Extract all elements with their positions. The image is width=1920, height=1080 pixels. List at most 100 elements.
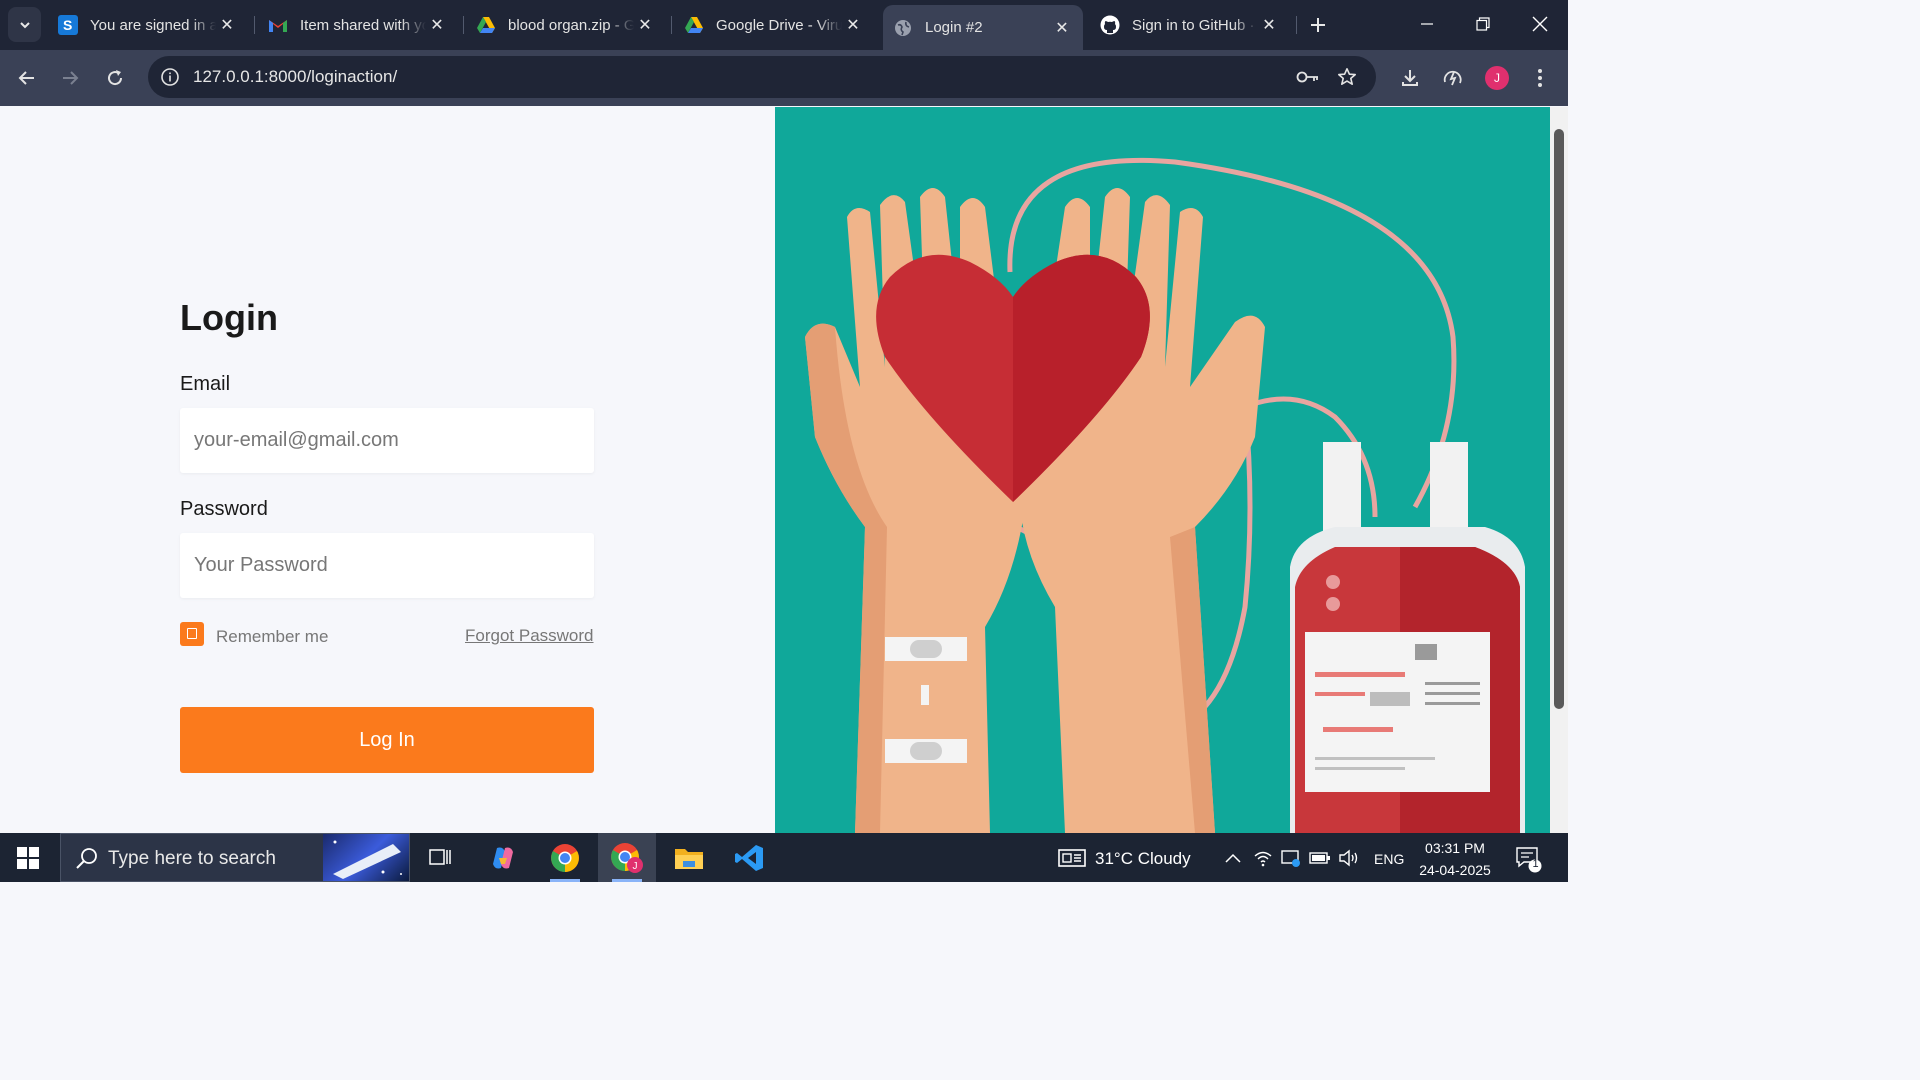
tab-title: Google Drive - Virus scan warning [716,16,842,34]
svg-text:J: J [633,861,638,872]
language-indicator[interactable]: ENG [1374,851,1404,867]
chrome-profile-icon: J [611,842,643,873]
taskbar-search-placeholder: Type here to search [108,848,276,869]
notification-count: 1 [1532,858,1539,870]
tab-title: Login #2 [925,19,983,36]
folder-icon [675,848,703,869]
search-icon [76,848,97,869]
tab-drive-zip[interactable]: blood organ.zip - Google Drive ✕ [466,5,666,45]
login-button[interactable]: Log In [180,707,594,773]
downloads-button[interactable] [1395,63,1425,93]
blood-donation-illustration-icon [805,157,1525,833]
reload-button[interactable] [100,63,130,93]
weather-text[interactable]: 31°C Cloudy [1095,849,1191,869]
tab-simplilearn[interactable]: S You are signed in as ✕ [48,5,248,45]
password-label: Password [180,498,268,520]
forgot-password-link[interactable]: Forgot Password [465,626,594,646]
remember-me-label: Remember me [216,627,329,646]
page-title: Login [180,297,278,338]
menu-button[interactable] [1525,63,1555,93]
tab-separator [254,16,255,34]
reload-icon [108,70,123,86]
window-close-button[interactable] [1520,8,1560,40]
tab-title: Sign in to GitHub · GitHub [1132,16,1258,34]
download-icon [1402,70,1418,86]
password-key-icon[interactable] [1296,65,1320,89]
tab-title: Item shared with you [300,16,426,34]
tab-gmail[interactable]: Item shared with you ✕ [258,5,458,45]
tab-separator [671,16,672,34]
forward-button[interactable] [55,63,85,93]
arrow-right-icon [63,71,79,85]
copilot-icon [493,847,513,868]
remember-me-checkbox[interactable] [180,622,204,646]
chevron-down-icon [19,21,30,28]
minimize-button[interactable] [1407,8,1447,40]
url-text: 127.0.0.1:8000/loginaction/ [193,67,398,86]
tab-github[interactable]: Sign in to GitHub · GitHub ✕ [1090,5,1290,45]
close-icon[interactable]: ✕ [1258,14,1280,36]
browser-tab-bar: S You are signed in as ✕ Item shared wit… [0,0,1568,50]
volume-icon[interactable] [1338,847,1360,869]
clock-time: 03:31 PM [1425,840,1485,856]
file-explorer-app[interactable] [660,833,718,882]
minimize-icon [1421,23,1433,25]
page-scrollbar[interactable] [1550,107,1568,833]
password-field[interactable] [180,533,594,598]
app-running-indicator [612,879,642,882]
wifi-icon[interactable] [1252,847,1274,869]
browser-toolbar: 127.0.0.1:8000/loginaction/ [0,50,1568,106]
clock-date: 24-04-2025 [1419,862,1491,878]
battery-icon[interactable] [1309,847,1331,869]
restore-button[interactable] [1463,8,1503,40]
taskbar-search-box[interactable]: Type here to search [60,833,410,882]
close-icon[interactable]: ✕ [842,14,864,36]
new-tab-button[interactable] [1305,12,1331,38]
tab-separator [463,16,464,34]
close-icon [1532,16,1548,32]
tab-login-active[interactable]: Login #2 ✕ [883,5,1083,50]
site-info-icon[interactable] [158,65,182,89]
chrome-app[interactable] [536,833,594,882]
gmail-icon [268,15,288,35]
network-icon[interactable] [1280,847,1302,869]
tab-title: blood organ.zip - Google Drive [508,16,634,34]
performance-button[interactable] [1438,63,1468,93]
clock[interactable]: 03:31 PM 24-04-2025 [1412,837,1498,881]
email-field[interactable] [180,408,594,473]
address-bar[interactable]: 127.0.0.1:8000/loginaction/ [148,56,1376,98]
email-label: Email [180,373,231,395]
google-drive-icon [684,15,704,35]
close-icon[interactable]: ✕ [634,14,656,36]
back-button[interactable] [12,63,42,93]
windows-taskbar: Type here to search J 31°C Cloudy ENG 03… [0,833,1568,882]
arrow-left-icon [18,71,34,85]
tab-search-button[interactable] [8,7,41,42]
globe-icon [893,18,913,38]
copilot-app[interactable] [474,833,532,882]
show-hidden-icons-icon[interactable] [1222,847,1244,869]
close-icon[interactable]: ✕ [1051,17,1073,39]
tab-separator [1296,16,1297,34]
notification-center-button[interactable]: 1 [1515,845,1543,873]
bookmark-star-icon[interactable] [1335,65,1359,89]
close-icon[interactable]: ✕ [216,14,238,36]
windows-logo-icon [17,847,39,869]
chrome-profile-app[interactable]: J [598,833,656,882]
scrollbar-thumb[interactable] [1554,129,1564,709]
chrome-icon [551,843,579,872]
close-icon[interactable]: ✕ [426,14,448,36]
simplilearn-s-icon: S [58,15,78,35]
tab-drive-virus[interactable]: Google Drive - Virus scan warning ✕ [674,5,874,45]
task-view-button[interactable] [412,833,470,882]
github-icon [1100,15,1120,35]
start-button[interactable] [8,841,48,875]
tab-title: You are signed in as [90,16,216,34]
app-running-indicator [550,879,580,882]
profile-avatar[interactable]: J [1485,66,1509,90]
task-view-icon [429,848,451,865]
weather-icon[interactable] [1058,847,1086,869]
vscode-app[interactable] [720,833,778,882]
plus-icon [1311,18,1325,32]
kebab-menu-icon [1538,69,1542,87]
